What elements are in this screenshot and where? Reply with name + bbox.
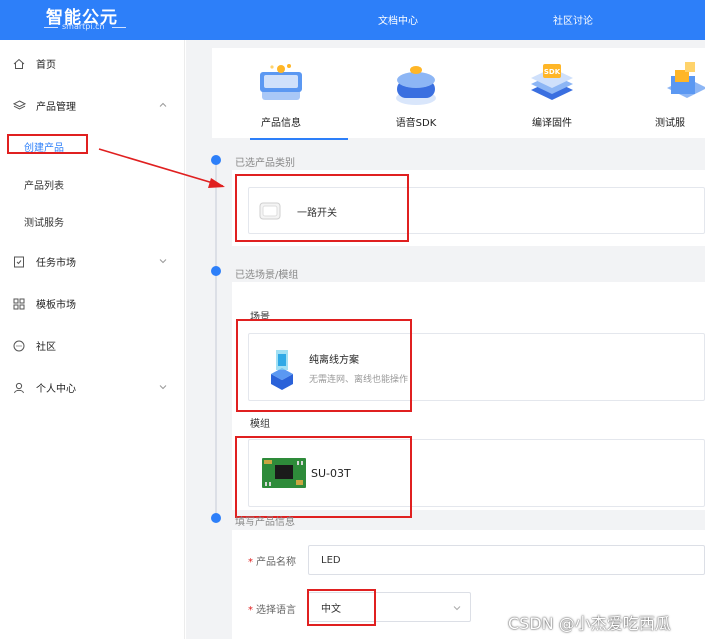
annotation-box-module bbox=[235, 436, 412, 518]
sidebar-item-product-management[interactable]: 产品管理 bbox=[12, 98, 76, 113]
sidebar-item-home[interactable]: 首页 bbox=[12, 56, 56, 71]
sdk-badge-text: SDK bbox=[544, 68, 561, 76]
timeline-dot bbox=[211, 266, 221, 276]
nav-docs-center[interactable]: 文档中心 bbox=[378, 12, 418, 27]
task-icon bbox=[12, 255, 26, 269]
test-service-icon bbox=[667, 62, 705, 98]
annotation-box-create-product bbox=[7, 134, 88, 154]
chevron-down-icon[interactable] bbox=[158, 256, 168, 266]
section-label-scene-module: 已选场景/模组 bbox=[235, 270, 299, 281]
active-step-indicator bbox=[250, 138, 348, 140]
sidebar-item-personal-center[interactable]: 个人中心 bbox=[12, 380, 76, 395]
layers-icon bbox=[12, 99, 26, 113]
step-label: 测试服 bbox=[655, 118, 685, 129]
template-grid-icon bbox=[12, 297, 26, 311]
chat-bubble-icon bbox=[12, 339, 26, 353]
sidebar-item-label: 任务市场 bbox=[36, 258, 76, 269]
sidebar-item-product-list[interactable]: 产品列表 bbox=[24, 177, 64, 192]
annotation-box-language bbox=[307, 589, 376, 626]
top-navigation-bar: 智能公元 smartpi.cn 文档中心 社区讨论 bbox=[0, 0, 705, 40]
sidebar-item-label: 模板市场 bbox=[36, 300, 76, 311]
product-name-label: * 产品名称 bbox=[248, 557, 296, 568]
nav-community-discussion[interactable]: 社区讨论 bbox=[553, 12, 593, 27]
user-icon bbox=[12, 381, 26, 395]
annotation-box-scene bbox=[236, 319, 412, 412]
sidebar-item-label: 首页 bbox=[36, 60, 56, 71]
progress-timeline bbox=[215, 158, 217, 518]
sidebar-item-test-service[interactable]: 测试服务 bbox=[24, 214, 64, 229]
product-name-input[interactable]: LED bbox=[308, 545, 705, 575]
logo-divider-right bbox=[112, 27, 126, 28]
chevron-up-icon[interactable] bbox=[158, 100, 168, 110]
module-title: 模组 bbox=[250, 419, 270, 430]
product-info-icon bbox=[260, 64, 302, 100]
language-label: * 选择语言 bbox=[248, 605, 296, 616]
chevron-down-icon bbox=[453, 606, 461, 611]
section-label-fill-info: 填写产品信息 bbox=[235, 517, 295, 528]
csdn-watermark: CSDN @小杰爱吃西瓜 bbox=[508, 614, 671, 633]
sidebar-item-task-market[interactable]: 任务市场 bbox=[12, 254, 76, 269]
chevron-down-icon[interactable] bbox=[158, 382, 168, 392]
timeline-dot bbox=[211, 513, 221, 523]
brand-logo-subtitle: smartpi.cn bbox=[62, 22, 105, 31]
home-icon bbox=[12, 57, 26, 71]
sidebar-item-template-market[interactable]: 模板市场 bbox=[12, 296, 76, 311]
sidebar-item-label: 社区 bbox=[36, 342, 56, 353]
content-gutter bbox=[186, 40, 198, 639]
sidebar-item-label: 产品管理 bbox=[36, 102, 76, 113]
logo-divider-left bbox=[44, 27, 58, 28]
sidebar-item-label: 个人中心 bbox=[36, 384, 76, 395]
sidebar-item-community[interactable]: 社区 bbox=[12, 338, 56, 353]
step-label: 产品信息 bbox=[261, 118, 301, 129]
step-label: 语音SDK bbox=[395, 118, 437, 129]
section-label-category: 已选产品类别 bbox=[235, 158, 295, 169]
step-label: 编译固件 bbox=[532, 118, 572, 129]
compile-firmware-icon: SDK bbox=[531, 64, 573, 100]
voice-sdk-icon bbox=[396, 66, 436, 105]
annotation-arrow bbox=[98, 148, 225, 188]
annotation-box-category bbox=[235, 174, 409, 242]
